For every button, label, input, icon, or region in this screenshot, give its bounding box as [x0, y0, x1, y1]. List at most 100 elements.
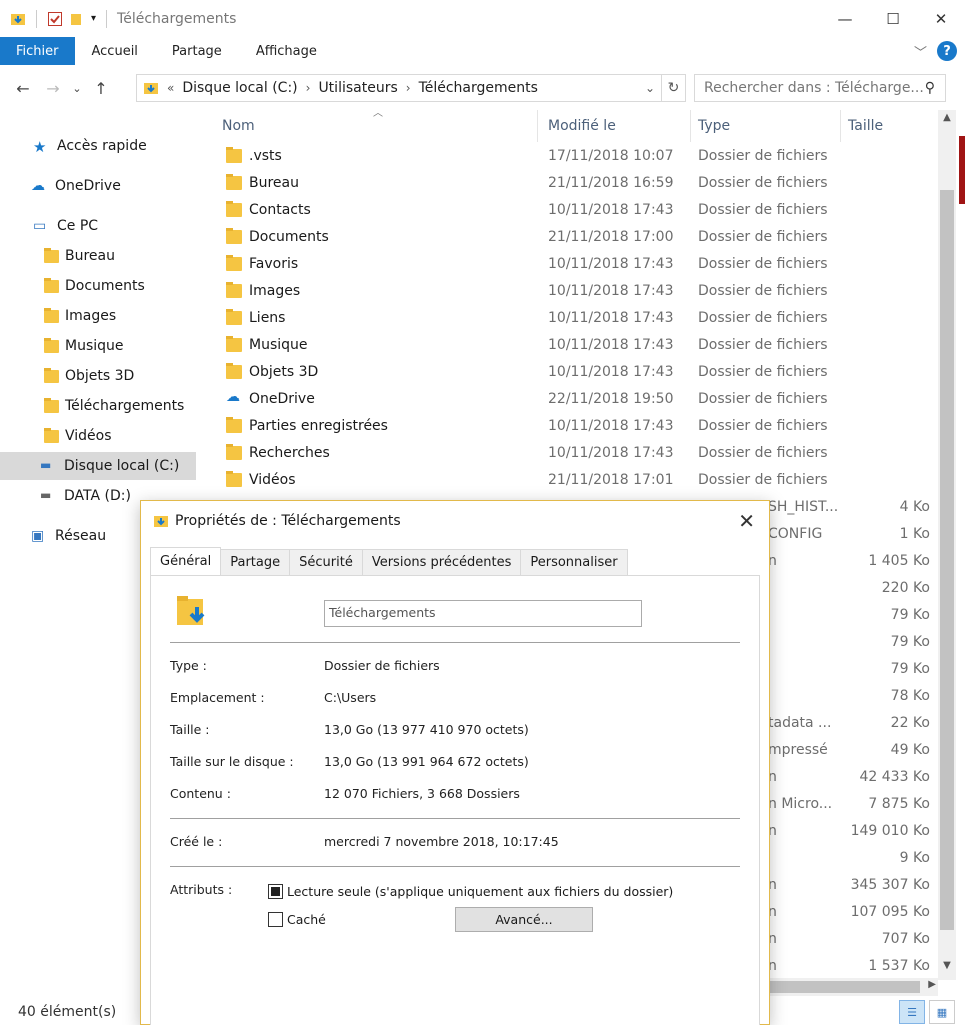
- sidebar-item-onedrive[interactable]: ☁ OneDrive: [31, 172, 121, 200]
- hidden-checkbox[interactable]: Caché: [268, 912, 326, 927]
- column-header-modified[interactable]: Modifié le: [548, 110, 616, 142]
- chevron-right-icon[interactable]: ›: [306, 81, 311, 95]
- scroll-thumb[interactable]: [770, 981, 920, 993]
- table-row[interactable]: Contacts 10/11/2018 17:43 Dossier de fic…: [216, 197, 938, 224]
- new-folder-icon[interactable]: [69, 11, 85, 27]
- vertical-scrollbar[interactable]: ▲ ▼: [938, 110, 956, 980]
- checkbox-indeterminate-icon[interactable]: [268, 884, 283, 899]
- column-divider[interactable]: [537, 110, 538, 142]
- search-input[interactable]: Rechercher dans : Télécharge... ⚲: [694, 74, 946, 102]
- file-name: Recherches: [249, 445, 330, 461]
- refresh-icon[interactable]: ↻: [661, 75, 685, 101]
- customize-dropdown-icon[interactable]: ▾: [91, 13, 96, 24]
- address-dropdown-icon[interactable]: ⌄: [645, 81, 655, 95]
- details-view-icon[interactable]: ☰: [899, 1000, 925, 1024]
- chevron-right-icon[interactable]: ›: [406, 81, 411, 95]
- saved-games-folder-icon: [226, 417, 242, 433]
- music-folder-icon: [44, 337, 59, 353]
- tab-affichage[interactable]: Affichage: [239, 37, 334, 65]
- quick-access-toolbar: ▾: [10, 9, 111, 28]
- column-header-size[interactable]: Taille: [848, 110, 883, 142]
- sidebar-item-telechargements[interactable]: Téléchargements: [44, 392, 184, 420]
- file-date: 10/11/2018 17:43: [548, 445, 674, 461]
- checkbox-icon[interactable]: [268, 912, 283, 927]
- sidebar-item-musique[interactable]: Musique: [44, 332, 124, 360]
- table-row[interactable]: Musique 10/11/2018 17:43 Dossier de fich…: [216, 332, 938, 359]
- file-size: 79 Ko: [890, 607, 930, 623]
- table-row[interactable]: Liens 10/11/2018 17:43 Dossier de fichie…: [216, 305, 938, 332]
- minimize-icon[interactable]: —: [821, 0, 869, 37]
- up-icon[interactable]: ↑: [86, 79, 116, 98]
- sidebar-item-quick-access[interactable]: ★ Accès rapide: [33, 132, 147, 160]
- breadcrumb-downloads[interactable]: Téléchargements: [419, 80, 538, 96]
- folder-name-field[interactable]: Téléchargements: [324, 600, 642, 627]
- sidebar-item-disque-local[interactable]: ▬ Disque local (C:): [0, 452, 196, 480]
- table-row[interactable]: Parties enregistrées 10/11/2018 17:43 Do…: [216, 413, 938, 440]
- disk-size-label: Taille sur le disque :: [170, 754, 294, 769]
- readonly-checkbox[interactable]: Lecture seule (s'applique uniquement aux…: [268, 884, 673, 899]
- column-divider[interactable]: [690, 110, 691, 142]
- overflow-icon[interactable]: «: [167, 81, 174, 95]
- type-label: Type :: [170, 658, 207, 673]
- advanced-button[interactable]: Avancé...: [455, 907, 593, 932]
- downloads-folder-icon: [44, 397, 59, 413]
- tab-versions-precedentes[interactable]: Versions précédentes: [361, 549, 522, 575]
- downloads-folder-icon[interactable]: [10, 11, 26, 27]
- background-window-edge: [959, 136, 965, 204]
- table-row[interactable]: Documents 21/11/2018 17:00 Dossier de fi…: [216, 224, 938, 251]
- large-icons-view-icon[interactable]: ▦: [929, 1000, 955, 1024]
- table-row[interactable]: Objets 3D 10/11/2018 17:43 Dossier de fi…: [216, 359, 938, 386]
- music-folder-icon: [226, 336, 242, 352]
- sidebar-item-objets-3d[interactable]: Objets 3D: [44, 362, 134, 390]
- breadcrumb-users[interactable]: Utilisateurs: [318, 80, 397, 96]
- recent-locations-icon[interactable]: ⌄: [68, 82, 86, 95]
- file-name: Documents: [249, 229, 329, 245]
- location-value: C:\Users: [324, 690, 377, 705]
- tab-securite[interactable]: Sécurité: [289, 549, 363, 575]
- searches-folder-icon: [226, 444, 242, 460]
- table-row[interactable]: Bureau 21/11/2018 16:59 Dossier de fichi…: [216, 170, 938, 197]
- table-row[interactable]: ☁ OneDrive 22/11/2018 19:50 Dossier de f…: [216, 386, 938, 413]
- table-row[interactable]: Images 10/11/2018 17:43 Dossier de fichi…: [216, 278, 938, 305]
- sidebar-item-videos[interactable]: Vidéos: [44, 422, 112, 450]
- breadcrumb-drive[interactable]: Disque local (C:): [182, 80, 297, 96]
- star-icon: ★: [33, 138, 47, 156]
- maximize-icon[interactable]: ☐: [869, 0, 917, 37]
- back-icon[interactable]: ←: [8, 79, 38, 98]
- size-value: 13,0 Go (13 977 410 970 octets): [324, 722, 529, 737]
- scroll-thumb[interactable]: [940, 190, 954, 930]
- close-icon[interactable]: ✕: [738, 509, 755, 533]
- scroll-right-icon[interactable]: ▶: [928, 979, 936, 990]
- sidebar-item-data-d[interactable]: ▬ DATA (D:): [40, 482, 131, 510]
- horizontal-scrollbar[interactable]: ▶: [770, 978, 938, 996]
- search-icon[interactable]: ⚲: [925, 80, 935, 96]
- tab-personnaliser[interactable]: Personnaliser: [520, 549, 628, 575]
- tab-partage[interactable]: Partage: [220, 549, 291, 575]
- dialog-title-bar: Propriétés de : Téléchargements: [141, 501, 769, 541]
- tab-general[interactable]: Général: [150, 547, 222, 575]
- address-bar[interactable]: « Disque local (C:) › Utilisateurs › Tél…: [136, 74, 686, 102]
- expand-ribbon-icon[interactable]: ﹀: [914, 42, 927, 61]
- sidebar-item-reseau[interactable]: ▣ Réseau: [31, 522, 106, 550]
- sidebar-item-this-pc[interactable]: ▭ Ce PC: [33, 212, 98, 240]
- scroll-up-icon[interactable]: ▲: [938, 112, 956, 130]
- table-row[interactable]: Favoris 10/11/2018 17:43 Dossier de fich…: [216, 251, 938, 278]
- forward-icon[interactable]: →: [38, 79, 68, 98]
- sidebar-item-bureau[interactable]: Bureau: [44, 242, 115, 270]
- help-icon[interactable]: ?: [937, 41, 957, 61]
- properties-check-icon[interactable]: [47, 11, 63, 27]
- column-divider[interactable]: [840, 110, 841, 142]
- column-header-name[interactable]: Nom: [222, 110, 255, 142]
- tab-accueil[interactable]: Accueil: [75, 37, 155, 65]
- sidebar-item-images[interactable]: Images: [44, 302, 116, 330]
- table-row[interactable]: Vidéos 21/11/2018 17:01 Dossier de fichi…: [216, 467, 938, 494]
- scroll-down-icon[interactable]: ▼: [938, 960, 956, 978]
- file-name: Parties enregistrées: [249, 418, 388, 434]
- tab-partage[interactable]: Partage: [155, 37, 239, 65]
- column-header-type[interactable]: Type: [698, 110, 730, 142]
- sidebar-item-documents[interactable]: Documents: [44, 272, 145, 300]
- table-row[interactable]: .vsts 17/11/2018 10:07 Dossier de fichie…: [216, 143, 938, 170]
- table-row[interactable]: Recherches 10/11/2018 17:43 Dossier de f…: [216, 440, 938, 467]
- close-icon[interactable]: ✕: [917, 0, 965, 37]
- tab-fichier[interactable]: Fichier: [0, 37, 75, 65]
